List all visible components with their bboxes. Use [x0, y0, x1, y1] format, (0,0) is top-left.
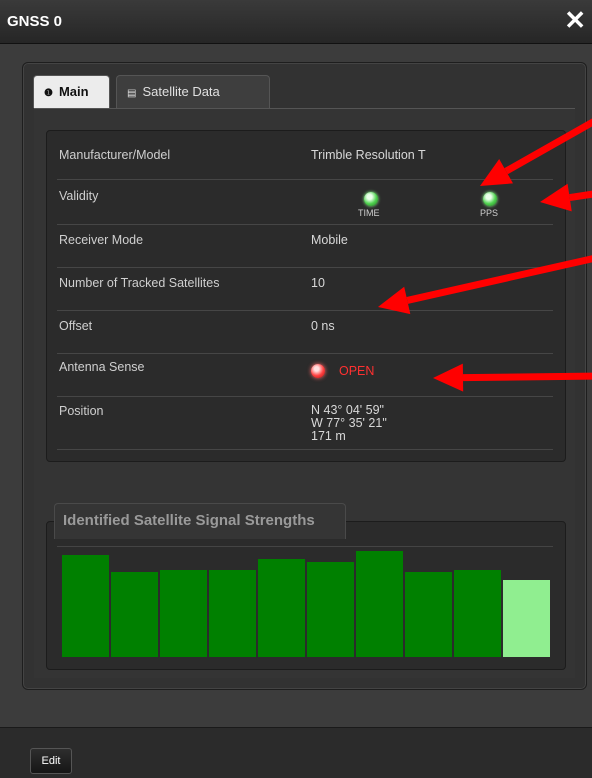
- annotation-arrowhead-4: [433, 363, 464, 392]
- annotation-arrow-1: [504, 118, 592, 175]
- annotation-arrows: [378, 118, 592, 392]
- annotation-arrow-3: [406, 255, 592, 304]
- annotation-arrowhead-3: [378, 286, 411, 315]
- annotation-arrowhead-2: [540, 183, 572, 212]
- annotation-arrow-2: [569, 190, 592, 202]
- annotation-arrow-4: [462, 372, 592, 382]
